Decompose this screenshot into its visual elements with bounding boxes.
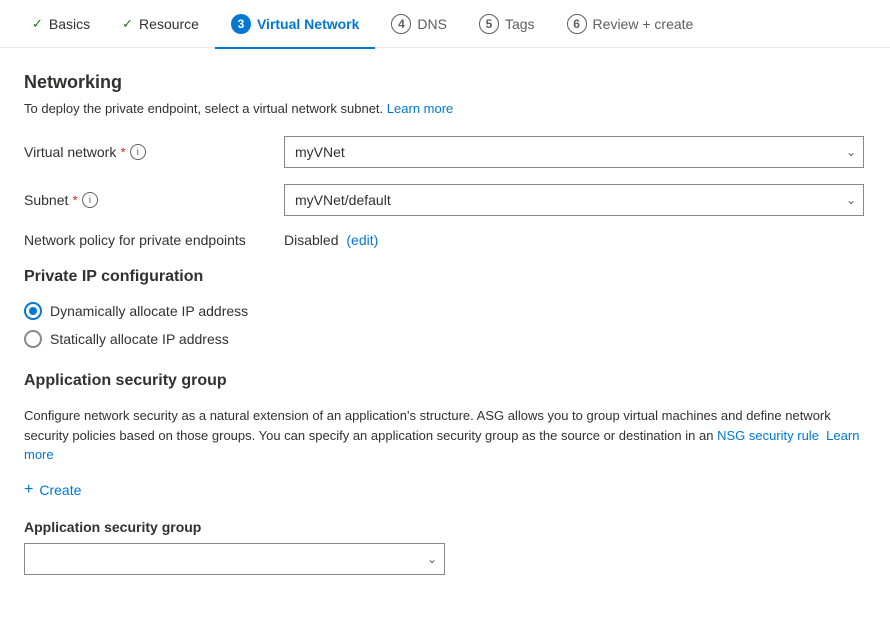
create-button[interactable]: + Create [24, 481, 81, 499]
radio-group-ip: Dynamically allocate IP address Statical… [24, 302, 866, 348]
private-ip-title: Private IP configuration [24, 268, 866, 286]
subnet-control: myVNet/default ⌄ [284, 184, 864, 216]
check-icon-basics: ✓ [32, 16, 43, 32]
tab-basics-label: Basics [49, 16, 90, 32]
subnet-select[interactable]: myVNet/default [284, 184, 864, 216]
tab-tags-label: Tags [505, 16, 535, 32]
radio-dynamic-label: Dynamically allocate IP address [50, 303, 248, 319]
subnet-label: Subnet * i [24, 192, 284, 208]
tab-resource-label: Resource [139, 16, 199, 32]
asg-select-wrapper: ⌄ [24, 543, 445, 575]
plus-icon: + [24, 481, 33, 499]
check-icon-resource: ✓ [122, 16, 133, 32]
virtual-network-label: Virtual network * i [24, 144, 284, 160]
info-icon-vnet[interactable]: i [130, 144, 146, 160]
asg-select[interactable] [24, 543, 445, 575]
main-content: Networking To deploy the private endpoin… [0, 48, 890, 599]
create-label: Create [39, 482, 81, 498]
info-icon-subnet[interactable]: i [82, 192, 98, 208]
tab-number-review: 6 [567, 14, 587, 34]
learn-more-link-1[interactable]: Learn more [387, 101, 453, 116]
radio-dynamic[interactable]: Dynamically allocate IP address [24, 302, 866, 320]
virtual-network-select-wrapper: myVNet ⌄ [284, 136, 864, 168]
radio-static[interactable]: Statically allocate IP address [24, 330, 866, 348]
virtual-network-select[interactable]: myVNet [284, 136, 864, 168]
tab-number-vnet: 3 [231, 14, 251, 34]
tab-dns-label: DNS [417, 16, 447, 32]
tab-review-create[interactable]: 6 Review + create [551, 1, 710, 49]
nsg-link[interactable]: NSG security rule [717, 428, 819, 443]
network-policy-edit-link[interactable]: (edit) [346, 232, 378, 248]
tab-tags[interactable]: 5 Tags [463, 1, 551, 49]
tab-review-create-label: Review + create [593, 16, 694, 32]
tab-resource[interactable]: ✓ Resource [106, 1, 215, 49]
asg-field-label: Application security group [24, 519, 866, 535]
asg-description: Configure network security as a natural … [24, 406, 866, 465]
tab-basics[interactable]: ✓ Basics [16, 1, 106, 49]
virtual-network-row: Virtual network * i myVNet ⌄ [24, 136, 866, 168]
radio-circle-static [24, 330, 42, 348]
virtual-network-control: myVNet ⌄ [284, 136, 864, 168]
network-policy-row: Network policy for private endpoints Dis… [24, 232, 866, 248]
tab-virtual-network-label: Virtual Network [257, 16, 359, 32]
network-policy-label: Network policy for private endpoints [24, 232, 284, 248]
subnet-row: Subnet * i myVNet/default ⌄ [24, 184, 866, 216]
required-star-vnet: * [120, 144, 125, 160]
radio-static-label: Statically allocate IP address [50, 331, 229, 347]
private-ip-section: Private IP configuration Dynamically all… [24, 268, 866, 348]
tab-virtual-network[interactable]: 3 Virtual Network [215, 1, 375, 49]
section-description: To deploy the private endpoint, select a… [24, 101, 866, 116]
tab-dns[interactable]: 4 DNS [375, 1, 463, 49]
radio-circle-dynamic [24, 302, 42, 320]
asg-section: Application security group Configure net… [24, 372, 866, 575]
asg-title: Application security group [24, 372, 866, 390]
tab-number-tags: 5 [479, 14, 499, 34]
tab-bar: ✓ Basics ✓ Resource 3 Virtual Network 4 … [0, 0, 890, 48]
network-policy-value: Disabled (edit) [284, 232, 378, 248]
required-star-subnet: * [72, 192, 77, 208]
radio-dot-dynamic [29, 307, 37, 315]
section-title: Networking [24, 72, 866, 93]
subnet-select-wrapper: myVNet/default ⌄ [284, 184, 864, 216]
tab-number-dns: 4 [391, 14, 411, 34]
